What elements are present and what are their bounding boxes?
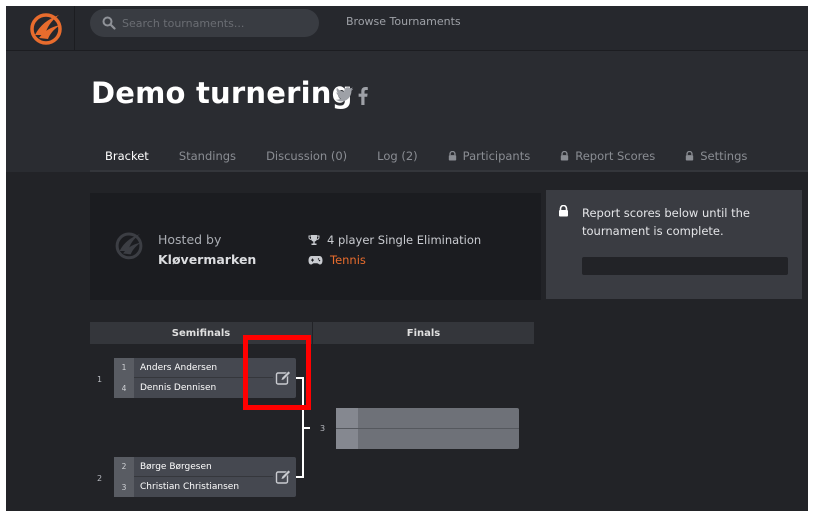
participant-name: Christian Christiansen [140,482,240,492]
tab-label: Settings [700,149,748,163]
browse-tournaments-link[interactable]: Browse Tournaments [346,15,461,28]
seed-number [336,408,358,428]
seed-number [336,429,358,449]
tab-bracket[interactable]: Bracket [90,141,164,173]
report-scores-card: Report scores below until the tournament… [546,190,802,299]
search-icon [102,16,116,30]
participant-name: Anders Andersen [140,362,218,373]
tab-settings[interactable]: Settings [670,141,762,171]
participant-name: Dennis Dennisen [140,383,217,393]
seed-number: 3 [114,477,134,497]
tab-label: Log (2) [377,149,418,163]
tab-label: Report Scores [575,149,656,163]
gamepad-icon [308,256,323,265]
game-link[interactable]: Tennis [330,253,366,267]
page-title: Demo turnering [91,76,353,110]
tab-standings[interactable]: Standings [164,141,251,171]
search-input[interactable] [122,9,312,37]
challonge-flame-logo[interactable] [26,8,66,48]
seed-number: 1 [114,357,134,378]
report-progress-bar [582,257,788,275]
tournament-format: 4 player Single Elimination [308,233,481,247]
social-share [335,87,368,105]
twitter-icon[interactable] [335,87,354,103]
tab-label: Bracket [105,149,149,163]
host-logo-icon [115,232,143,260]
format-text: 4 player Single Elimination [327,233,482,247]
bracket-connector [302,427,310,429]
match-participant[interactable]: 2 Børge Børgesen [114,456,273,477]
match-card-2[interactable]: 2 Børge Børgesen 3 Christian Christianse… [114,456,296,497]
match-number: 1 [97,375,103,384]
edit-score-icon[interactable] [275,469,291,485]
seed-number: 2 [114,456,134,477]
final-match-divider [336,428,519,429]
hosted-by-label: Hosted by [158,232,222,247]
final-match-card[interactable] [336,408,519,449]
lock-icon [559,205,568,217]
search-box[interactable] [90,9,319,37]
tab-label: Participants [462,149,531,163]
tournament-game: Tennis [308,253,366,267]
facebook-icon[interactable] [358,87,368,105]
seed-number: 4 [114,378,134,398]
tab-label: Standings [178,149,237,163]
tab-log[interactable]: Log (2) [362,141,433,171]
tab-report-scores[interactable]: Report Scores [545,141,670,171]
tab-participants[interactable]: Participants [433,141,546,171]
trophy-icon [308,235,320,245]
lock-icon [560,151,569,161]
tab-label: Discussion (0) [266,149,348,163]
report-scores-message: Report scores below until the tournament… [582,206,750,238]
tab-discussion[interactable]: Discussion (0) [251,141,362,171]
lock-icon [685,151,694,161]
match-participant[interactable]: 3 Christian Christiansen [114,477,273,497]
tournament-tabs: Bracket Standings Discussion (0) Log (2) Par… [90,141,762,173]
host-name[interactable]: Kløvermarken [158,252,256,267]
round-header-finals: Finals [313,322,534,344]
host-info-card: Hosted by Kløvermarken 4 player Single E… [90,193,541,300]
match-number: 2 [97,474,103,483]
top-navigation: Browse Tournaments [6,6,808,51]
lock-icon [448,151,457,161]
highlight-annotation [243,335,311,410]
participant-name: Børge Børgesen [140,461,212,472]
nav-divider [74,6,75,51]
match-number: 3 [320,424,326,433]
app-window: Browse Tournaments Demo turnering Bracke… [6,6,808,511]
